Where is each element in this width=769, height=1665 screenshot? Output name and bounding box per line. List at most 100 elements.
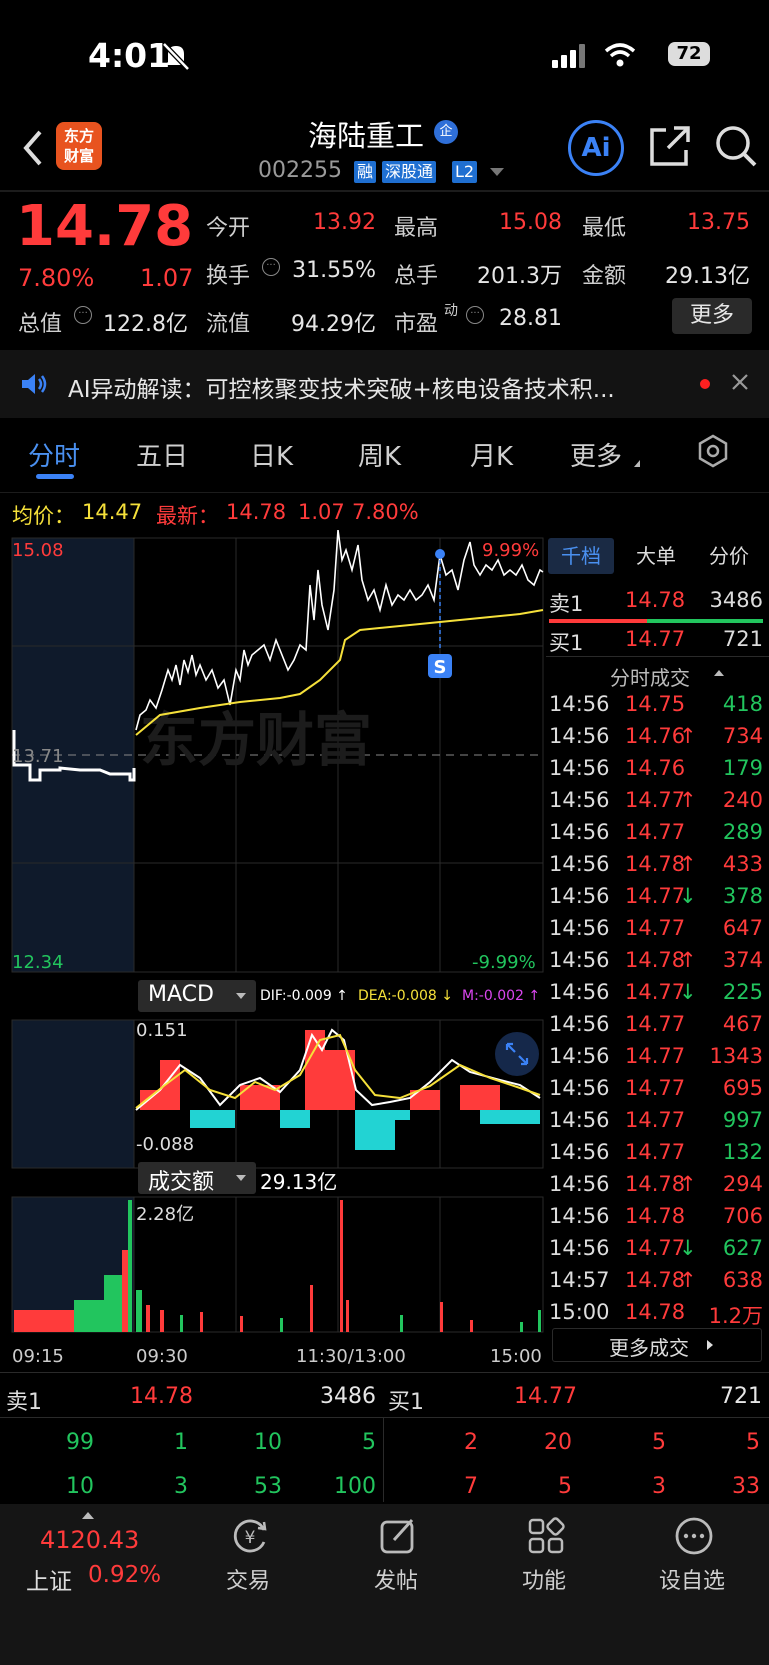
- index-ticker[interactable]: 4120.43 上证 0.92%: [0, 1504, 180, 1614]
- macd-dif: DIF:-0.009 ↑: [260, 988, 348, 1004]
- latest-pct: 7.80%: [352, 500, 419, 524]
- trade-icon[interactable]: ¥: [230, 1516, 270, 1556]
- last-price: 14.78: [16, 194, 194, 259]
- notice-bar[interactable]: AI异动解读：可控核聚变技术突破+核电设备技术积...: [0, 350, 769, 418]
- volume-value: 201.3万: [477, 264, 562, 289]
- trade-price: 14.77: [625, 1012, 686, 1036]
- trade-time: 14:56: [549, 1076, 610, 1100]
- bid-ask-ratio-bar: [549, 619, 763, 623]
- time-label-open: 09:30: [136, 1346, 188, 1367]
- ask-queue-6: 3: [174, 1474, 188, 1499]
- info-icon[interactable]: ···: [466, 306, 484, 324]
- settings-icon[interactable]: [696, 434, 730, 472]
- trade-time: 14:56: [549, 756, 610, 780]
- bid1-volume: 721: [722, 627, 763, 651]
- watermark: 东方财富: [140, 706, 372, 774]
- more-trades-button[interactable]: 更多成交: [552, 1328, 762, 1362]
- tab-monthly-k[interactable]: 月K: [470, 436, 513, 473]
- trade-volume: 294: [722, 1172, 763, 1196]
- time-label-midday: 11:30/13:00: [296, 1346, 406, 1367]
- trade-row: 14:56 14.77 ↑ 240: [549, 788, 763, 820]
- ask1-row[interactable]: 卖1 14.78 3486: [549, 588, 763, 616]
- ask-queue-3: 10: [254, 1430, 282, 1455]
- trade-time: 14:56: [549, 948, 610, 972]
- trade-direction: ↑: [679, 724, 697, 748]
- nav-post[interactable]: 发帖: [374, 1563, 418, 1595]
- bid-queue-7: 3: [652, 1474, 666, 1499]
- tag-l2: L2: [452, 161, 478, 183]
- signal-icon: [552, 44, 585, 68]
- pct-high: 9.99%: [482, 540, 540, 561]
- trade-time: 14:56: [549, 724, 610, 748]
- bid1-row[interactable]: 买1 14.77 721: [549, 627, 763, 655]
- watchlist-icon[interactable]: [674, 1516, 714, 1556]
- post-icon[interactable]: [378, 1516, 418, 1556]
- high-label: 最高: [394, 216, 439, 241]
- search-icon[interactable]: [714, 124, 758, 172]
- time-label-open-auction: 09:15: [12, 1346, 64, 1367]
- nav-functions[interactable]: 功能: [522, 1563, 566, 1595]
- trade-time: 14:56: [549, 1012, 610, 1036]
- app-logo: 东方 财富: [56, 122, 102, 170]
- tag-margin: 融: [354, 161, 377, 183]
- macd-max: 0.151: [136, 1020, 188, 1041]
- tab-five-day[interactable]: 五日: [136, 436, 188, 473]
- ask1-volume: 3486: [709, 588, 763, 612]
- ai-button[interactable]: Ai: [568, 120, 624, 176]
- macd-selector[interactable]: MACD: [138, 980, 256, 1012]
- bottom-ask-label: 卖1: [6, 1390, 42, 1415]
- float-cap-label: 流值: [206, 312, 251, 337]
- bid-queue-8: 33: [732, 1474, 760, 1499]
- stock-name: 海陆重工: [308, 119, 425, 153]
- functions-icon[interactable]: [526, 1516, 566, 1556]
- pe-label: 市盈: [394, 312, 439, 337]
- index-value: 4120.43: [40, 1526, 140, 1554]
- book-tab-price-dist[interactable]: 分价: [696, 538, 762, 574]
- book-tab-large-orders[interactable]: 大单: [626, 538, 686, 574]
- trade-volume: 734: [722, 724, 763, 748]
- volume-total: 29.13亿: [260, 1170, 338, 1194]
- stock-code: 002255: [258, 158, 342, 183]
- trade-row: 14:56 14.77 289: [549, 820, 763, 852]
- trade-direction: ↓: [679, 1236, 697, 1260]
- trade-direction: ↑: [679, 852, 697, 876]
- trade-direction: ↑: [679, 788, 697, 812]
- tab-more[interactable]: 更多: [570, 436, 622, 473]
- book-tab-depth[interactable]: 千档: [548, 538, 614, 574]
- tab-daily-k[interactable]: 日K: [250, 436, 293, 473]
- tab-weekly-k[interactable]: 周K: [358, 436, 401, 473]
- share-icon[interactable]: [648, 124, 692, 172]
- more-button[interactable]: 更多: [672, 298, 752, 334]
- trade-time: 14:56: [549, 1108, 610, 1132]
- trade-price: 14.76: [625, 724, 686, 748]
- info-icon[interactable]: ···: [74, 306, 92, 324]
- mute-icon: [160, 40, 192, 72]
- trade-row: 14:56 14.76 179: [549, 756, 763, 788]
- latest-label: 最新：: [156, 504, 219, 528]
- trade-row: 14:56 14.77 ↓ 378: [549, 884, 763, 916]
- info-icon[interactable]: ···: [262, 258, 280, 276]
- chevron-down-icon[interactable]: [490, 168, 504, 176]
- back-button[interactable]: [18, 128, 48, 168]
- low-label: 最低: [582, 216, 627, 241]
- nav-watchlist[interactable]: 设自选: [659, 1563, 725, 1595]
- trade-row: 14:56 14.77 695: [549, 1076, 763, 1108]
- tab-intraday[interactable]: 分时: [28, 436, 80, 473]
- chart-svg[interactable]: 东方财富 S: [0, 530, 545, 1360]
- high-value: 15.08: [499, 210, 562, 235]
- trade-price: 14.75: [625, 692, 686, 716]
- book-tab-bar: 千档 大单 分价: [546, 538, 766, 578]
- trade-volume: 695: [722, 1076, 763, 1100]
- y-axis-mid: 13.71: [12, 746, 64, 767]
- close-icon[interactable]: [730, 372, 750, 396]
- trade-row: 14:56 14.78 ↑ 294: [549, 1172, 763, 1204]
- trades-title[interactable]: 分时成交: [610, 662, 690, 691]
- nav-trade[interactable]: 交易: [226, 1563, 270, 1595]
- index-name: 上证: [26, 1569, 72, 1595]
- trade-time: 14:56: [549, 916, 610, 940]
- ask-queue-8: 100: [334, 1474, 376, 1499]
- trade-price: 14.77: [625, 1076, 686, 1100]
- volume-selector[interactable]: 成交额: [138, 1162, 256, 1195]
- expand-button[interactable]: [495, 1032, 539, 1076]
- caret-right-icon: [707, 1340, 713, 1350]
